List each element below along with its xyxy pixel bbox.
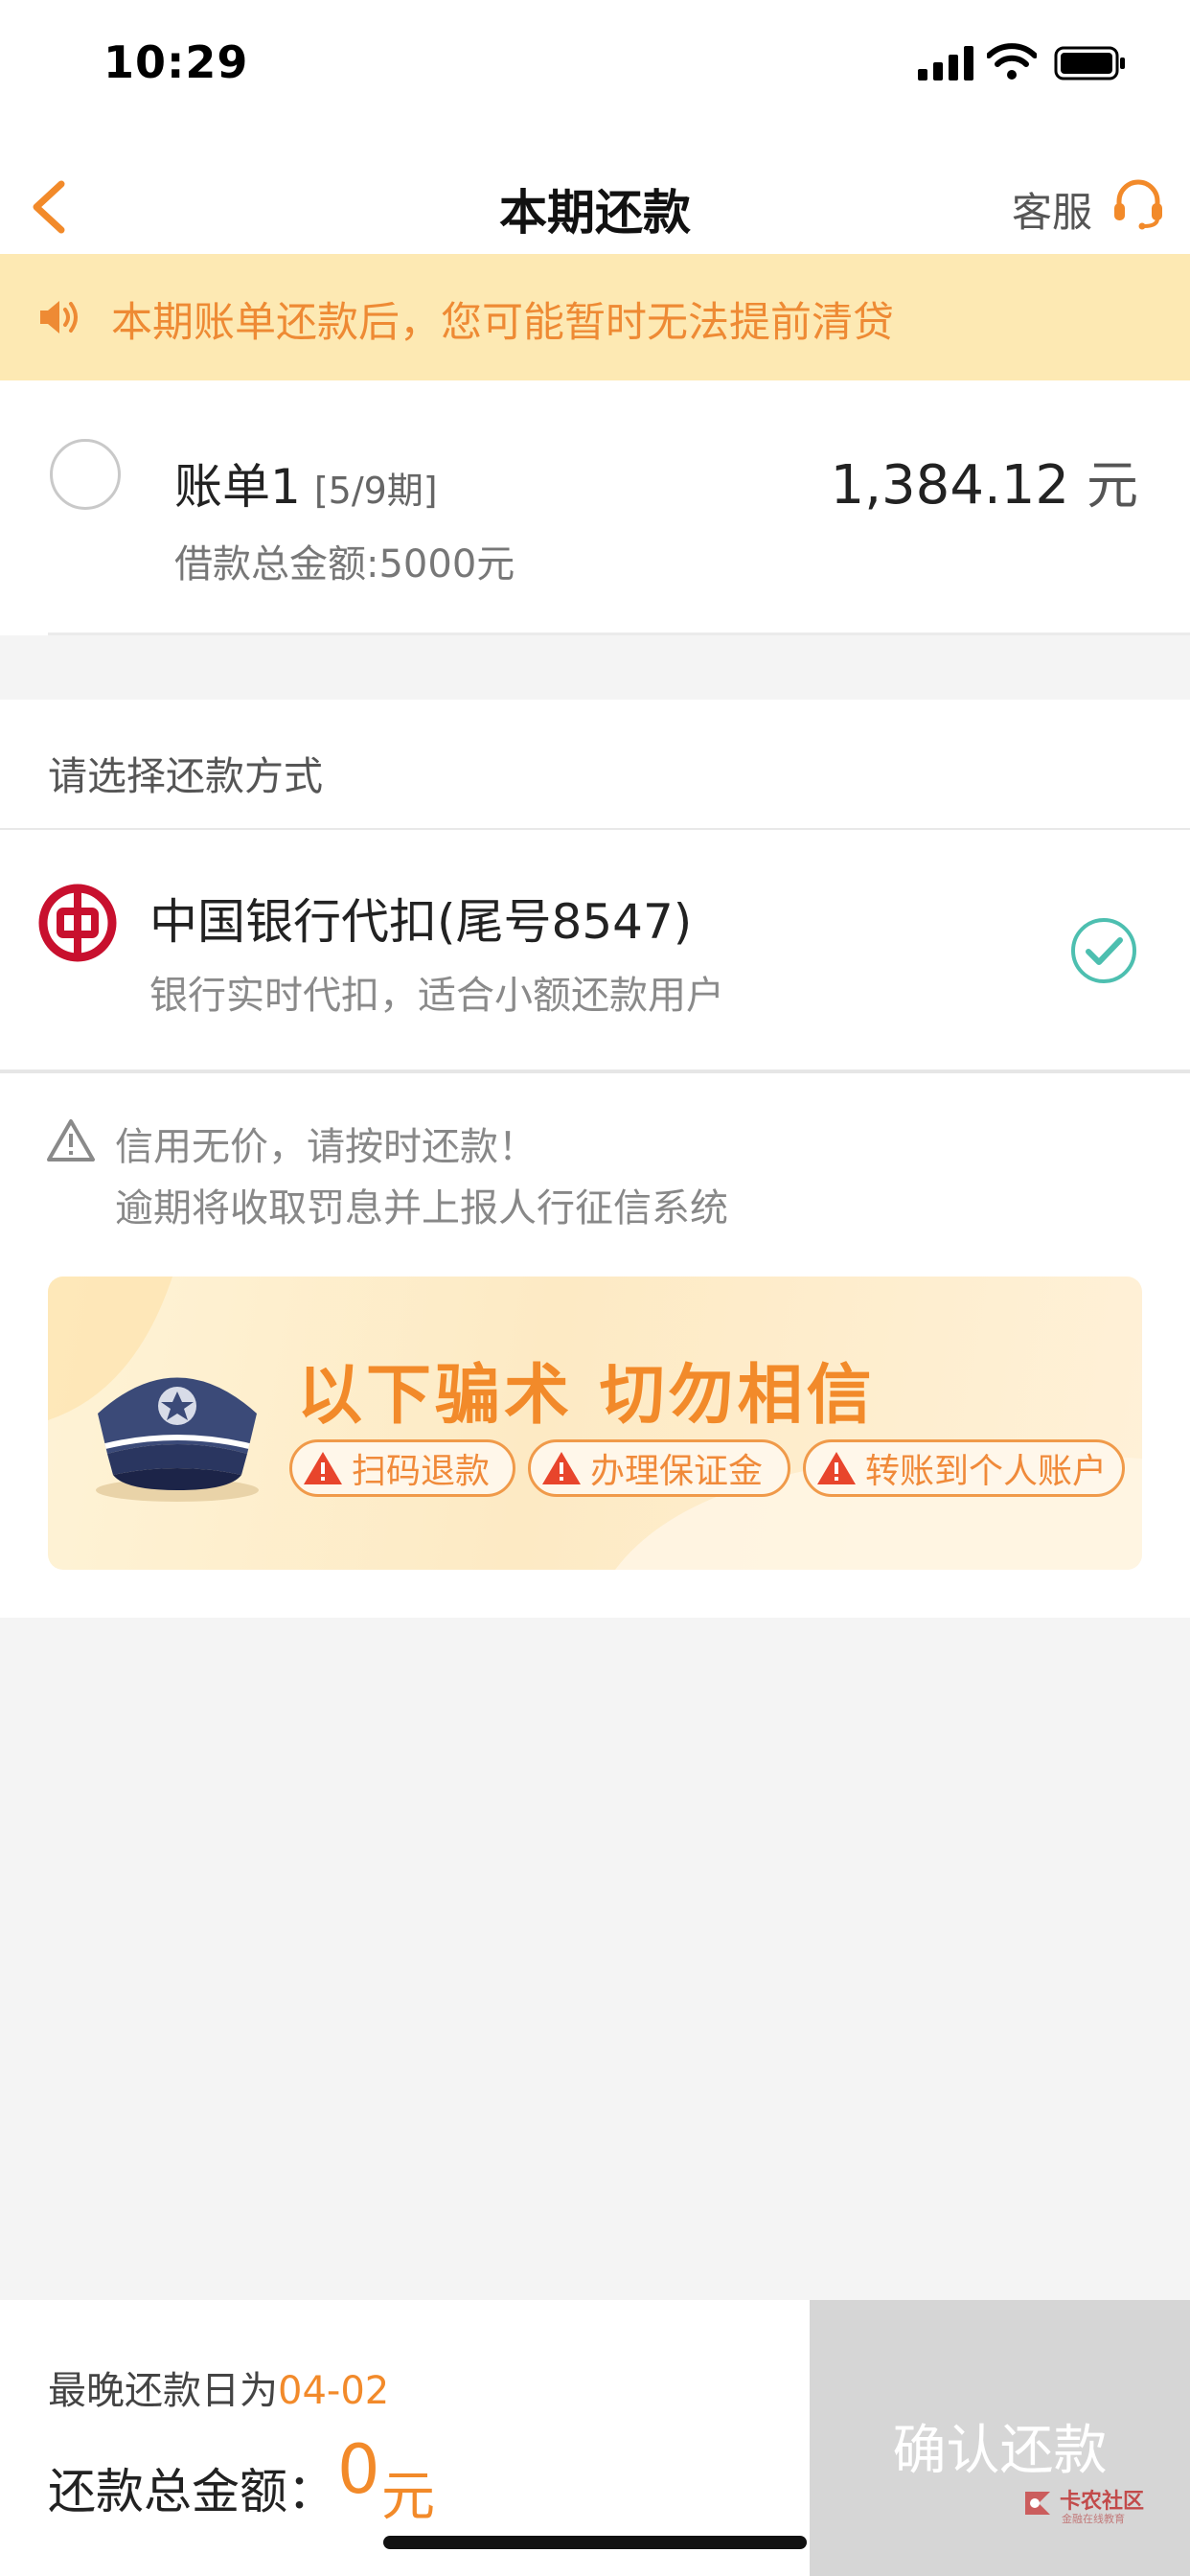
bill-name: 账单1 [5/9期] bbox=[174, 448, 438, 518]
bill-name-text: 账单1 bbox=[174, 459, 301, 515]
fraud-tag-1: 扫码退款 bbox=[289, 1439, 515, 1497]
status-time: 10:29 bbox=[103, 36, 249, 88]
fraud-tag-3: 转账到个人账户 bbox=[803, 1439, 1125, 1497]
check-circle-icon[interactable] bbox=[1069, 916, 1138, 985]
police-hat-icon bbox=[96, 1377, 259, 1502]
back-button[interactable] bbox=[27, 178, 73, 236]
divider bbox=[48, 632, 1190, 635]
bill-select-radio[interactable] bbox=[50, 439, 121, 510]
deadline-prefix: 最晚还款日为 bbox=[48, 2369, 278, 2413]
page-title: 本期还款 bbox=[499, 185, 691, 241]
fraud-tag-2: 办理保证金 bbox=[528, 1439, 790, 1497]
notice-text: 本期账单还款后，您可能暂时无法提前清贷 bbox=[111, 299, 894, 347]
bank-of-china-logo bbox=[38, 884, 117, 962]
speaker-icon bbox=[40, 301, 78, 334]
fraud-tag-label: 办理保证金 bbox=[590, 1452, 764, 1491]
banner-title: 以下骗术 切勿相信 bbox=[297, 1358, 876, 1434]
signal-icon bbox=[918, 46, 973, 80]
fraud-tag-label: 转账到个人账户 bbox=[865, 1452, 1108, 1491]
bill-amount-unit: 元 bbox=[1087, 455, 1138, 516]
home-indicator bbox=[383, 2536, 807, 2549]
total-unit: 元 bbox=[381, 2466, 435, 2528]
deadline-date: 04-02 bbox=[278, 2369, 390, 2413]
warning-line-2: 逾期将收取罚息并上报人行征信系统 bbox=[115, 1186, 728, 1230]
watermark-subtext: 金融在线教育 bbox=[1062, 2513, 1125, 2525]
watermark-logo-icon bbox=[1025, 2492, 1050, 2515]
bill-period: [5/9期] bbox=[313, 470, 438, 512]
total-label: 还款总金额： bbox=[48, 2464, 335, 2519]
bill-amount-value: 1,384.12 bbox=[830, 454, 1069, 517]
bank-description: 银行实时代扣，适合小额还款用户 bbox=[149, 974, 724, 1018]
warning-line-1: 信用无价，请按时还款！ bbox=[115, 1125, 537, 1169]
wifi-icon bbox=[987, 43, 1037, 80]
customer-service-label[interactable]: 客服 bbox=[1012, 180, 1092, 239]
payment-method-label: 请选择还款方式 bbox=[48, 753, 323, 799]
deadline-text: 最晚还款日为04-02 bbox=[48, 2359, 389, 2415]
alert-icon bbox=[304, 1452, 342, 1484]
battery-icon bbox=[1054, 46, 1125, 80]
alert-icon bbox=[542, 1452, 581, 1484]
warning-icon bbox=[47, 1119, 95, 1162]
confirm-payment-label[interactable]: 确认还款 bbox=[810, 2407, 1190, 2485]
bank-name: 中国银行代扣(尾号8547) bbox=[149, 894, 693, 950]
bill-total-loan: 借款总金额:5000元 bbox=[174, 542, 515, 586]
alert-icon bbox=[817, 1452, 856, 1484]
headset-icon[interactable] bbox=[1110, 174, 1167, 232]
bill-amount: 1,384.12 元 bbox=[831, 443, 1138, 518]
total-amount: 0 bbox=[337, 2430, 380, 2509]
fraud-tag-label: 扫码退款 bbox=[352, 1452, 491, 1491]
